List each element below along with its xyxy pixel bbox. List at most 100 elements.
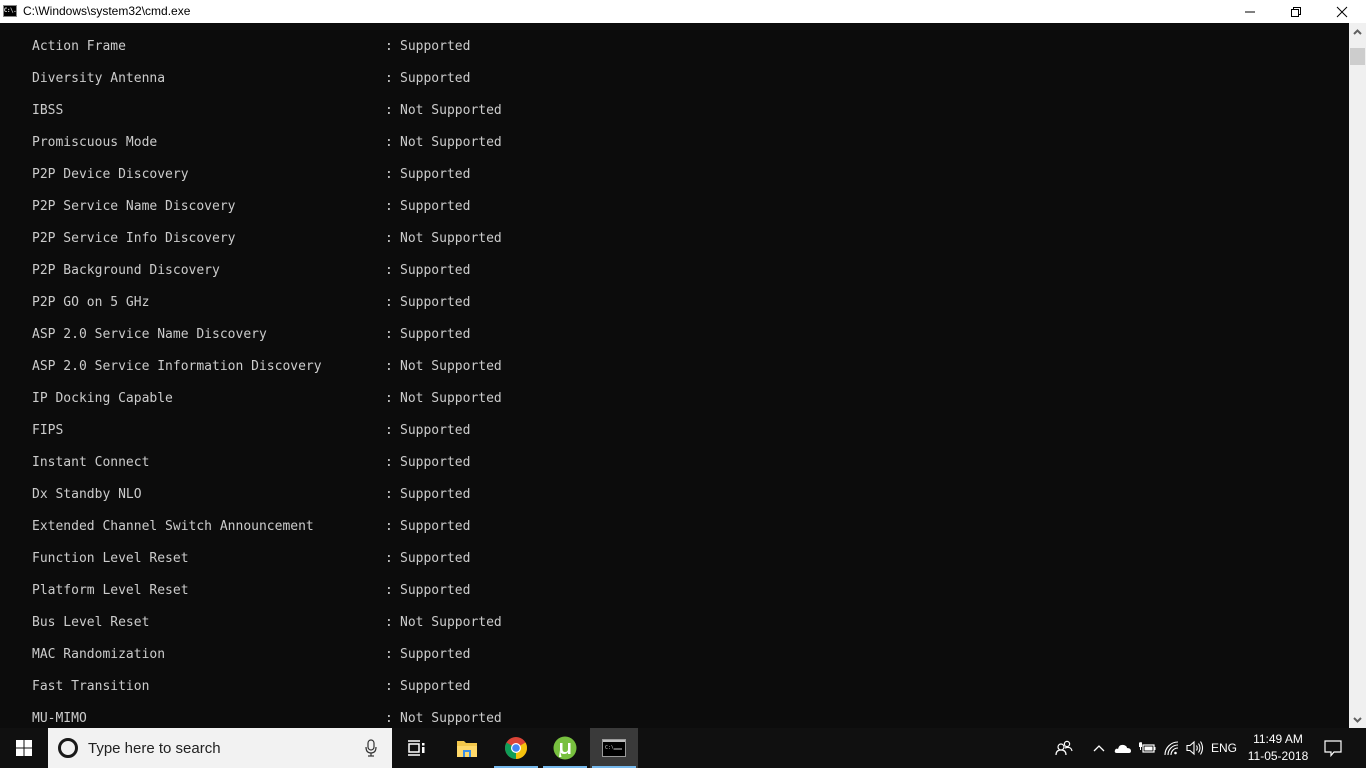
chevron-up-icon [1093,745,1105,752]
language-indicator[interactable]: ENG [1208,728,1240,768]
property-value: Not Supported [400,711,502,726]
scroll-down-button[interactable] [1349,711,1366,728]
start-button[interactable] [0,728,48,768]
property-value: Supported [400,199,471,214]
property-name: Instant Connect [32,455,150,470]
search-box[interactable]: Type here to search [48,728,392,768]
property-value: Supported [400,551,471,566]
property-name: ASP 2.0 Service Name Discovery [32,327,267,342]
separator: : [385,647,393,662]
restore-button[interactable] [1273,0,1319,23]
scroll-thumb[interactable] [1350,48,1365,65]
clock-date: 11-05-2018 [1247,749,1309,763]
separator: : [385,423,393,438]
separator: : [385,327,393,342]
property-name: IBSS [32,103,64,118]
separator: : [385,39,393,54]
chrome-icon [505,737,527,759]
svg-text:C:\: C:\ [605,745,614,751]
property-value: Supported [400,327,471,342]
file-explorer-icon [457,741,477,757]
separator: : [385,391,393,406]
battery-button[interactable] [1137,728,1157,768]
console-output[interactable]: Action Frame: Supported Diversity Antenna:… [0,23,1349,728]
chevron-up-icon [1353,28,1362,35]
cmd-taskbar-button[interactable]: C:\ [590,728,638,768]
property-name: Extended Channel Switch Announcement [32,519,314,534]
property-name: P2P Service Name Discovery [32,199,236,214]
search-input[interactable]: Type here to search [88,740,221,757]
wifi-icon [1164,741,1179,756]
separator: : [385,455,393,470]
property-value: Supported [400,519,471,534]
separator: : [385,103,393,118]
restore-icon [1291,6,1301,17]
separator: : [385,711,393,726]
property-value: Supported [400,679,471,694]
property-value: Supported [400,167,471,182]
property-name: P2P Service Info Discovery [32,231,236,246]
close-button[interactable] [1319,0,1365,23]
property-value: Supported [400,263,471,278]
show-hidden-icons-button[interactable] [1090,728,1108,768]
property-name: Action Frame [32,39,126,54]
clock-time: 11:49 AM [1253,732,1303,746]
separator: : [385,199,393,214]
separator: : [385,135,393,150]
property-name: P2P Device Discovery [32,167,189,182]
close-icon [1336,6,1348,17]
separator: : [385,359,393,374]
separator: : [385,231,393,246]
separator: : [385,551,393,566]
battery-charging-icon [1139,742,1156,753]
cmd-icon[interactable]: C:\. [3,5,17,17]
separator: : [385,295,393,310]
windows-logo-icon [16,740,32,756]
vertical-scrollbar[interactable] [1349,23,1366,728]
task-view-button[interactable] [392,728,440,768]
file-explorer-button[interactable] [443,728,491,768]
volume-icon [1186,740,1204,756]
property-name: Fast Transition [32,679,150,694]
property-value: Supported [400,583,471,598]
microphone-icon[interactable] [364,739,378,757]
property-value: Not Supported [400,359,502,374]
property-value: Not Supported [400,231,502,246]
utorrent-button[interactable] [541,728,589,768]
onedrive-icon [1114,744,1131,753]
property-value: Supported [400,487,471,502]
chevron-down-icon [1353,716,1362,723]
property-name: Diversity Antenna [32,71,166,86]
property-value: Supported [400,423,471,438]
volume-button[interactable] [1184,728,1206,768]
separator: : [385,263,393,278]
network-button[interactable] [1161,728,1181,768]
separator: : [385,583,393,598]
clock[interactable]: 11:49 AM 11-05-2018 [1243,731,1313,765]
people-button[interactable] [1052,728,1076,768]
property-value: Not Supported [400,135,502,150]
property-name: FIPS [32,423,64,438]
utorrent-icon [553,736,577,760]
property-value: Supported [400,455,471,470]
property-name: MAC Randomization [32,647,166,662]
action-center-button[interactable] [1320,728,1346,768]
separator: : [385,487,393,502]
property-name: MU-MIMO [32,711,87,726]
scroll-up-button[interactable] [1349,23,1366,40]
title-bar[interactable]: C:\. C:\Windows\system32\cmd.exe [0,0,1366,23]
property-name: Platform Level Reset [32,583,189,598]
property-name: P2P GO on 5 GHz [32,295,150,310]
separator: : [385,71,393,86]
cmd-icon-text: C:\. [3,7,17,14]
property-name: Bus Level Reset [32,615,150,630]
minimize-button[interactable] [1227,0,1273,23]
property-value: Supported [400,295,471,310]
property-value: Supported [400,647,471,662]
separator: : [385,615,393,630]
chrome-button[interactable] [492,728,540,768]
property-name: P2P Background Discovery [32,263,220,278]
property-name: IP Docking Capable [32,391,173,406]
onedrive-button[interactable] [1112,728,1134,768]
people-icon [1055,740,1073,756]
